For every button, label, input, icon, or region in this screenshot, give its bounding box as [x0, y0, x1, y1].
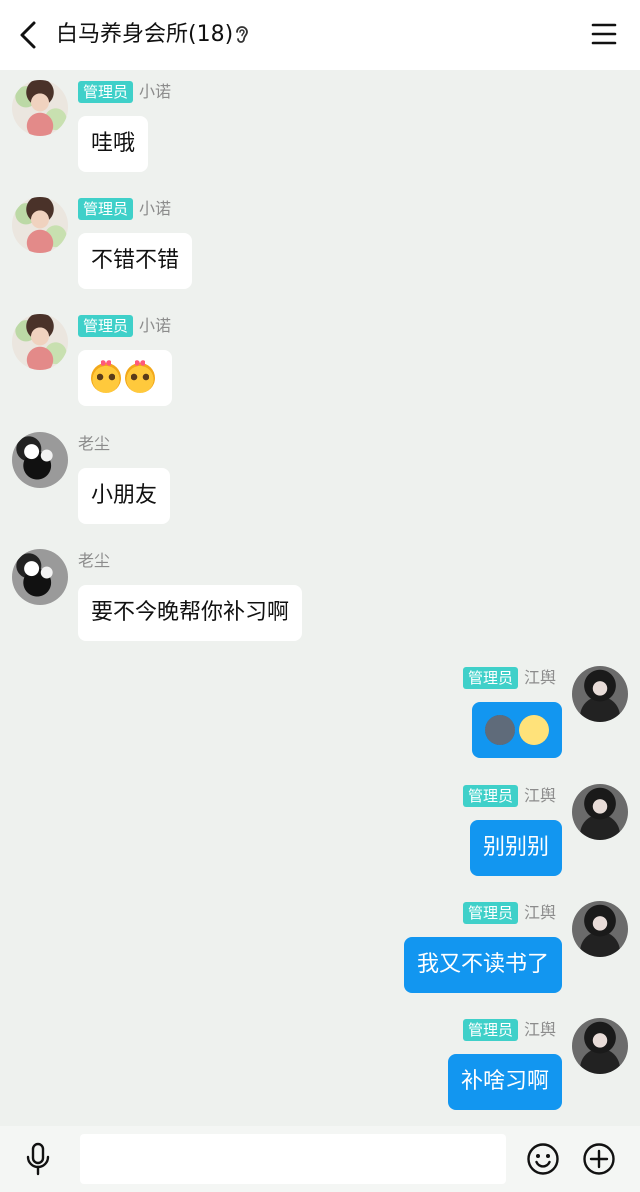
- new-moon-face-emoji: [485, 715, 515, 745]
- sender-name: 江舆: [523, 903, 556, 922]
- avatar[interactable]: [12, 314, 68, 370]
- message-bubble[interactable]: 补啥习啊: [447, 1054, 562, 1110]
- sender-meta: 管理员 小诺: [78, 80, 171, 104]
- input-bar: [0, 1126, 640, 1192]
- message-list[interactable]: 管理员 小诺 哇哦 管理员 小诺 不错不错 管理员 小诺 老尘 小朋友 老尘 要…: [0, 70, 640, 1126]
- shy-face-emoji: [125, 359, 155, 393]
- sender-meta: 管理员 江舆: [462, 784, 556, 808]
- sender-name: 老尘: [78, 434, 111, 453]
- sender-meta: 管理员 江舆: [462, 666, 556, 690]
- message-bubble[interactable]: 要不今晚帮你补习啊: [78, 585, 303, 641]
- plus-circle-icon[interactable]: [582, 1142, 616, 1176]
- avatar[interactable]: [572, 666, 628, 722]
- message-input[interactable]: [80, 1134, 506, 1184]
- admin-badge: 管理员: [462, 902, 518, 924]
- sender-name: 小诺: [139, 316, 172, 335]
- message-bubble[interactable]: 我又不读书了: [403, 937, 562, 993]
- ear-icon: [236, 26, 248, 43]
- avatar[interactable]: [572, 784, 628, 840]
- message-bubble[interactable]: 小朋友: [78, 468, 171, 524]
- page-title: 白马养身会所(18): [56, 22, 234, 47]
- message-bubble[interactable]: [78, 350, 172, 406]
- sender-name: 江舆: [523, 786, 556, 805]
- sender-meta: 管理员 江舆: [462, 1018, 556, 1042]
- admin-badge: 管理员: [78, 315, 134, 337]
- admin-badge: 管理员: [78, 81, 134, 103]
- microphone-icon[interactable]: [22, 1142, 54, 1176]
- sender-name: 江舆: [523, 1020, 556, 1039]
- sender-name: 小诺: [139, 199, 172, 218]
- message-bubble[interactable]: [472, 702, 562, 758]
- message-bubble[interactable]: 哇哦: [78, 116, 149, 172]
- sender-meta: 老尘: [78, 432, 110, 456]
- admin-badge: 管理员: [78, 198, 134, 220]
- admin-badge: 管理员: [462, 1019, 518, 1041]
- shy-face-emoji: [91, 359, 121, 393]
- admin-badge: 管理员: [462, 785, 518, 807]
- avatar[interactable]: [12, 80, 68, 136]
- avatar[interactable]: [12, 432, 68, 488]
- chat-app: 白马养身会所(18) 管理员 小诺 哇哦 管理员 小诺 不错不错 管理员 小诺 …: [0, 0, 640, 1192]
- emoji-icon[interactable]: [526, 1142, 560, 1176]
- sender-meta: 管理员 小诺: [78, 197, 171, 221]
- sender-meta: 老尘: [78, 549, 110, 573]
- sender-meta: 管理员 江舆: [462, 901, 556, 925]
- full-moon-face-emoji: [519, 715, 549, 745]
- avatar[interactable]: [572, 901, 628, 957]
- avatar[interactable]: [12, 549, 68, 605]
- avatar[interactable]: [572, 1018, 628, 1074]
- message-bubble[interactable]: 别别别: [469, 820, 562, 876]
- avatar[interactable]: [12, 197, 68, 253]
- menu-icon[interactable]: [590, 20, 618, 48]
- chevron-left-icon[interactable]: [12, 17, 48, 53]
- header-bar: 白马养身会所(18): [0, 0, 640, 70]
- sender-name: 小诺: [139, 82, 172, 101]
- sender-name: 老尘: [78, 551, 111, 570]
- sender-meta: 管理员 小诺: [78, 314, 171, 338]
- sender-name: 江舆: [523, 668, 556, 687]
- message-bubble[interactable]: 不错不错: [78, 233, 193, 289]
- admin-badge: 管理员: [462, 667, 518, 689]
